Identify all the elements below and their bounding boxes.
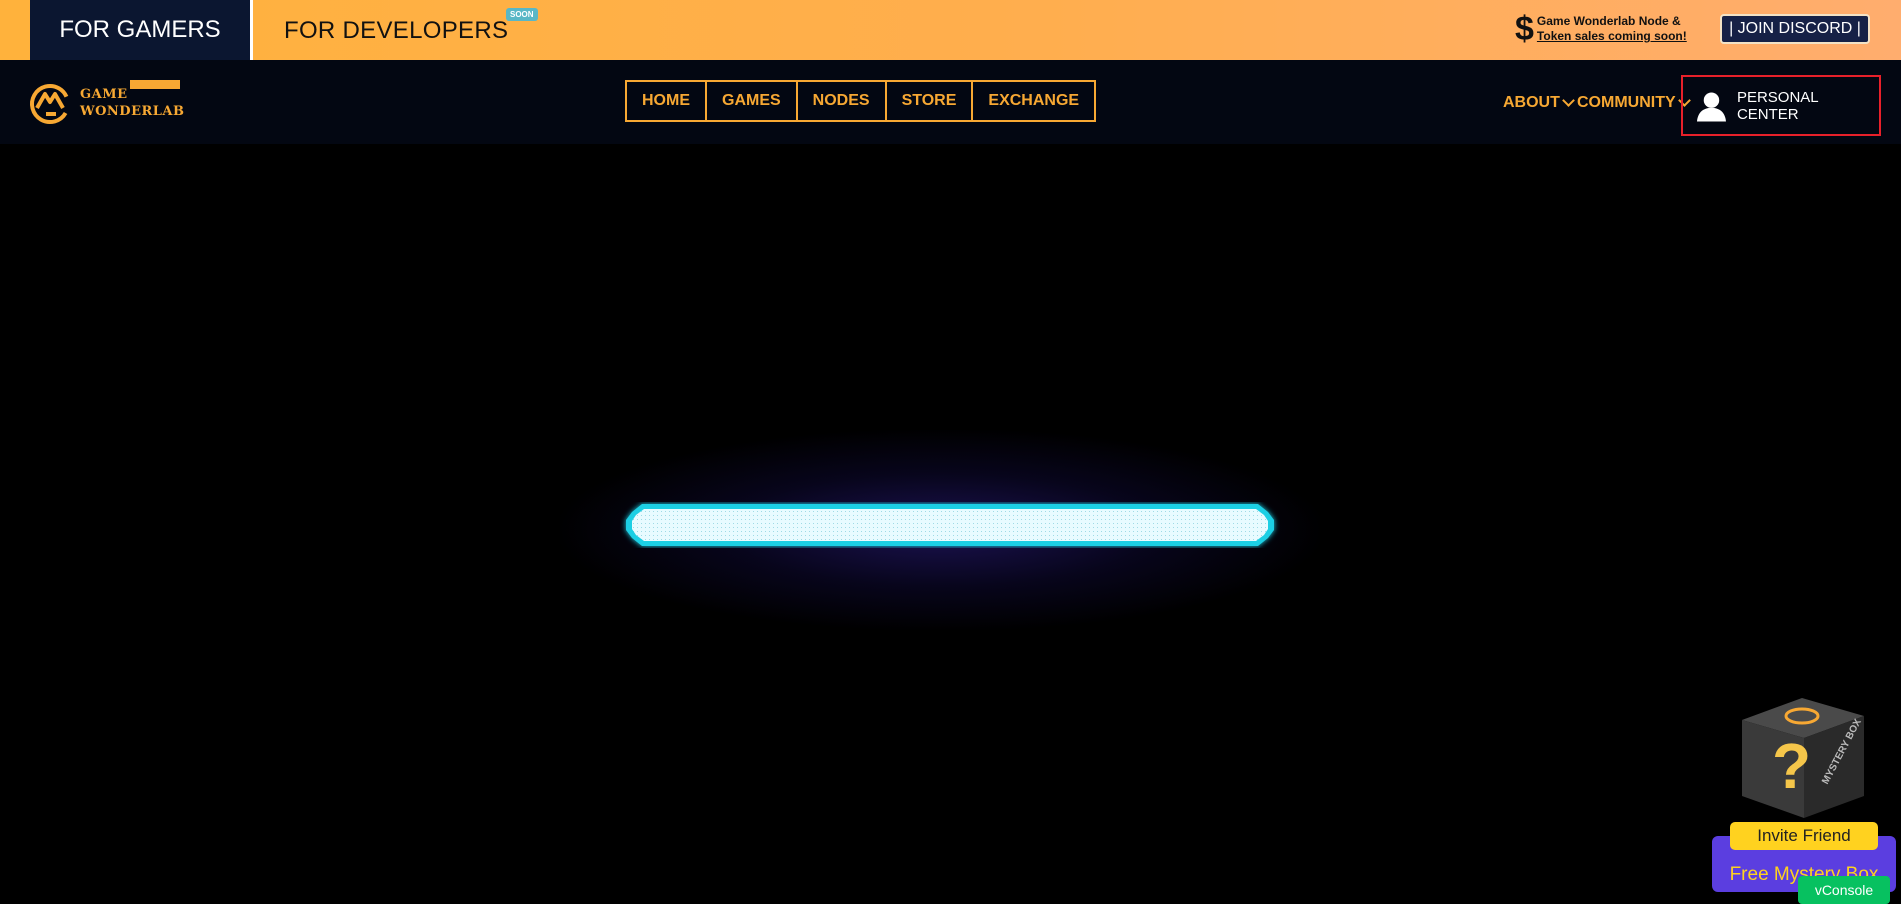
dollar-icon: $: [1515, 10, 1534, 48]
promo-line-2: Token sales coming soon!: [1536, 29, 1687, 43]
tab-for-developers-label: FOR DEVELOPERS: [284, 17, 509, 44]
logo-text-line-1: GAME: [80, 87, 128, 102]
top-promo-bar: FOR GAMERS FOR DEVELOPERS SOON $ Game Wo…: [0, 0, 1901, 60]
loading-progress-bar: [626, 504, 1274, 546]
nav-item-home[interactable]: HOME: [627, 82, 707, 120]
nav-item-exchange[interactable]: EXCHANGE: [973, 82, 1094, 120]
personal-center-label: PERSONAL CENTER: [1736, 88, 1819, 123]
nav-community-label: COMMUNITY: [1577, 94, 1676, 111]
question-mark-icon: ?: [1772, 730, 1811, 802]
personal-center-button[interactable]: PERSONAL CENTER: [1681, 75, 1881, 136]
tab-for-gamers-label: FOR GAMERS: [59, 16, 221, 43]
token-sale-promo[interactable]: $ Game Wonderlab Node & Token sales comi…: [1515, 12, 1687, 46]
user-avatar-icon: [1696, 91, 1726, 121]
tab-for-developers[interactable]: FOR DEVELOPERS: [284, 17, 508, 45]
vconsole-button[interactable]: vConsole: [1798, 876, 1890, 904]
nav-item-about[interactable]: ABOUT: [1503, 94, 1575, 112]
main-navbar: GAME WONDERLAB HOME GAMES NODES STORE EX…: [0, 60, 1901, 144]
main-nav-menu: HOME GAMES NODES STORE EXCHANGE: [625, 80, 1097, 122]
promo-line-1: Game Wonderlab Node &: [1536, 14, 1681, 28]
game-wonderlab-logo[interactable]: GAME WONDERLAB: [28, 80, 188, 126]
nav-about-label: ABOUT: [1503, 94, 1560, 111]
nav-item-store[interactable]: STORE: [887, 82, 974, 120]
nav-item-community[interactable]: COMMUNITY: [1577, 94, 1691, 112]
logo-text-line-2: WONDERLAB: [80, 104, 185, 119]
chevron-down-icon: [1562, 94, 1575, 107]
logo-mountain-icon: [30, 84, 70, 124]
soon-badge: SOON: [506, 8, 538, 21]
tab-for-gamers[interactable]: FOR GAMERS: [30, 0, 253, 60]
invite-friend-button[interactable]: Invite Friend: [1730, 822, 1878, 850]
nav-item-nodes[interactable]: NODES: [798, 82, 887, 120]
join-discord-button[interactable]: | JOIN DISCORD |: [1720, 14, 1870, 44]
nav-item-games[interactable]: GAMES: [707, 82, 798, 120]
